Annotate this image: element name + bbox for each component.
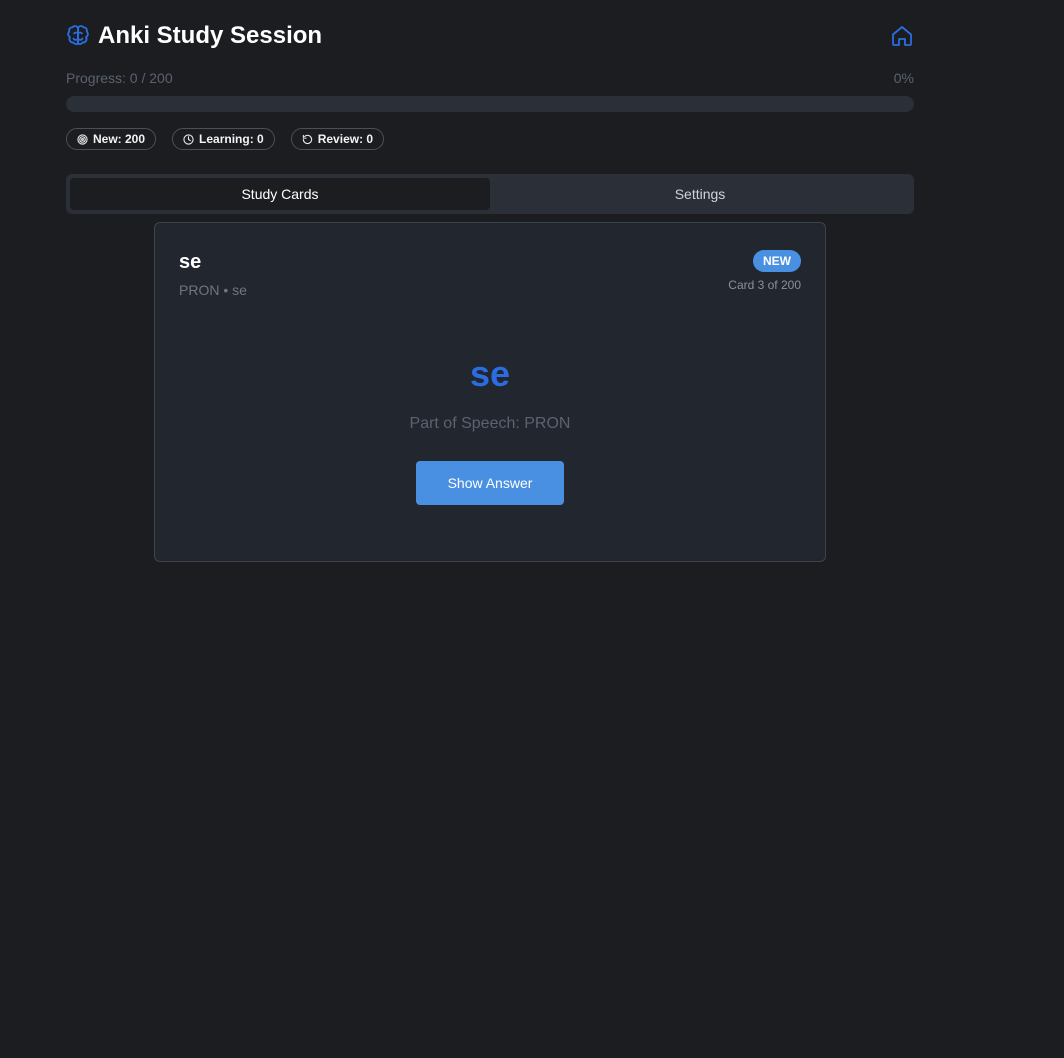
progress-bar — [66, 96, 914, 112]
progress-row: Progress: 0 / 200 0% — [66, 70, 914, 86]
new-count-badge: New: 200 — [66, 128, 157, 150]
tab-study-cards[interactable]: Study Cards — [70, 178, 490, 210]
count-badges: New: 200 Learning: 0 Review: 0 — [66, 128, 385, 150]
card-subtitle: PRON • se — [179, 282, 247, 298]
card-counter: Card 3 of 200 — [728, 278, 801, 292]
clock-icon — [183, 133, 194, 145]
new-count-label: New: 200 — [93, 132, 146, 146]
target-icon — [77, 133, 88, 145]
learning-count-label: Learning: 0 — [199, 132, 264, 146]
progress-label: Progress: 0 / 200 — [66, 70, 173, 86]
page-header: Anki Study Session — [66, 20, 914, 52]
brain-icon — [66, 24, 90, 48]
page-title: Anki Study Session — [98, 22, 323, 49]
flashcard: se PRON • se NEW Card 3 of 200 se Part o… — [154, 222, 826, 562]
review-count-badge: Review: 0 — [290, 128, 385, 150]
part-of-speech: Part of Speech: PRON — [409, 415, 571, 432]
rotate-icon — [302, 134, 312, 144]
home-icon — [892, 26, 912, 46]
review-count-label: Review: 0 — [317, 132, 374, 146]
tab-bar: Study Cards Settings — [66, 174, 914, 214]
app-title-group: Anki Study Session — [66, 20, 322, 52]
status-badge: NEW — [753, 250, 801, 272]
learning-count-badge: Learning: 0 — [172, 128, 275, 150]
home-button[interactable] — [890, 24, 914, 48]
card-word: se — [179, 251, 202, 273]
progress-percent: 0% — [893, 70, 914, 86]
card-front-word: se — [469, 353, 511, 394]
show-answer-button[interactable]: Show Answer — [416, 461, 564, 505]
tab-settings[interactable]: Settings — [490, 178, 910, 210]
